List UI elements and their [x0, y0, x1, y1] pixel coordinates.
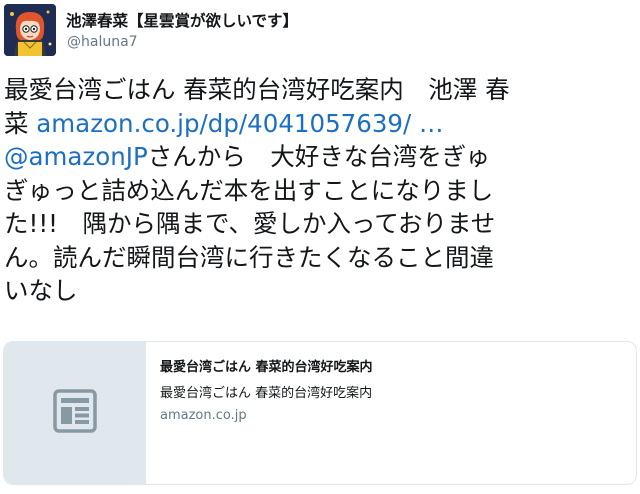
tweet-text-segment: た!!! 隅から隅まで、愛しか入っておりませ — [4, 209, 496, 238]
card-thumbnail — [4, 342, 146, 484]
tweet-text-segment: いなし — [4, 276, 78, 305]
tweet-text-segment: ん。読んだ瞬間台湾に行きたくなること間違 — [4, 242, 494, 272]
tweet-text-segment: 最愛台湾ごはん 春菜的台湾好吃案内 池澤 春 — [4, 75, 510, 104]
tweet-text-line: いなし — [4, 274, 636, 308]
tweet-text-line: 菜 amazon.co.jp/dp/4041057639/ … — [4, 107, 636, 141]
card-description: 最愛台湾ごはん 春菜的台湾好吃案内 — [160, 386, 373, 401]
tweet-text-line: ん。読んだ瞬間台湾に行きたくなること間違 — [4, 241, 636, 275]
tweet-text-segment: 菜 — [4, 108, 37, 138]
tweet-text: 最愛台湾ごはん 春菜的台湾好吃案内 池澤 春 菜 amazon.co.jp/dp… — [4, 73, 636, 308]
tweet-text-segment: ぎゅっと詰め込んだ本を出すことになりまし — [4, 175, 494, 205]
tweet-text-line: ぎゅっと詰め込んだ本を出すことになりまし — [4, 174, 636, 208]
tweet-text-line: た!!! 隅から隅まで、愛しか入っておりませ — [4, 207, 636, 241]
document-icon — [52, 389, 97, 437]
mention-link-amazonjp[interactable]: @amazonJP — [4, 142, 148, 171]
tweet: 池澤春菜【星雲賞が欲しいです】 @haluna7 最愛台湾ごはん 春菜的台湾好吃… — [0, 0, 640, 494]
link-preview-card[interactable]: 最愛台湾ごはん 春菜的台湾好吃案内 最愛台湾ごはん 春菜的台湾好吃案内 amaz… — [3, 341, 637, 485]
card-domain: amazon.co.jp — [160, 408, 247, 423]
tweet-text-line: @amazonJPさんから 大好きな台湾をぎゅ — [4, 140, 636, 174]
amazon-product-link[interactable]: amazon.co.jp/dp/4041057639/ … — [36, 109, 443, 138]
author-display-name[interactable]: 池澤春菜【星雲賞が欲しいです】 — [66, 9, 298, 31]
user-avatar-icon[interactable] — [4, 4, 56, 56]
tweet-text-line: 最愛台湾ごはん 春菜的台湾好吃案内 池澤 春 — [4, 73, 636, 107]
author-screen-name[interactable]: @haluna7 — [67, 34, 138, 50]
card-title[interactable]: 最愛台湾ごはん 春菜的台湾好吃案内 — [160, 356, 373, 375]
tweet-text-segment: さんから 大好きな台湾をぎゅ — [147, 142, 491, 171]
